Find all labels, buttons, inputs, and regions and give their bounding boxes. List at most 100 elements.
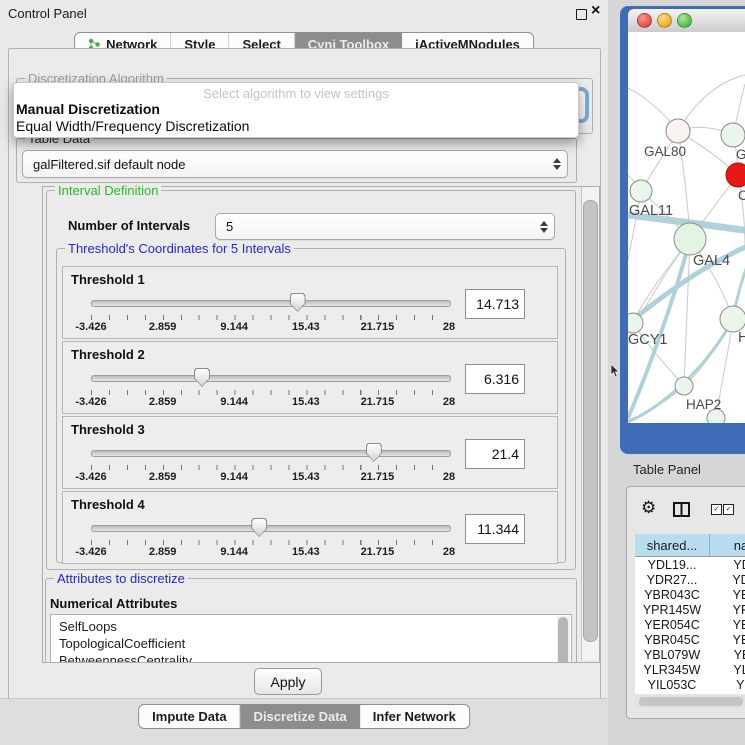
node-gal80[interactable] — [666, 119, 690, 143]
table-data-combobox[interactable]: galFiltered.sif default node — [22, 150, 568, 178]
num-intervals-label: Number of Intervals — [68, 218, 190, 233]
checkbox-icon[interactable]: ✓ — [723, 504, 734, 515]
checkbox-icon[interactable]: ✓ — [711, 504, 722, 515]
slider-tick-labels: -3.426 2.859 9.144 15.43 21.715 28 — [91, 321, 449, 333]
slider-thumb[interactable] — [194, 368, 210, 387]
interval-definition-label: Interval Definition — [55, 183, 161, 198]
threshold-coords-label: Threshold's Coordinates for 5 Intervals — [65, 241, 294, 256]
label-gal11: GAL11 — [629, 203, 673, 219]
apply-button[interactable]: Apply — [254, 668, 322, 695]
slider-ticks — [91, 315, 450, 320]
list-item[interactable]: BetweennessCentrality — [51, 652, 571, 662]
slider-ticks — [91, 390, 450, 395]
node-gal4[interactable] — [674, 223, 706, 255]
list-item[interactable]: SelfLoops — [51, 618, 571, 635]
attributes-group-label: Attributes to discretize — [54, 571, 188, 586]
label-gcy1: GCY1 — [628, 332, 668, 348]
dropdown-option-manual[interactable]: Manual Discretization — [16, 101, 160, 117]
algorithm-dropdown-popup: Select algorithm to view settings Manual… — [13, 82, 579, 138]
threshold-panel-1: Threshold 1 -3.426 2.859 9.144 15.43 21.… — [62, 266, 558, 339]
node-h[interactable] — [720, 306, 745, 332]
split-columns-icon[interactable] — [673, 502, 690, 517]
numerical-attributes-label: Numerical Attributes — [50, 596, 177, 611]
slider-thumb[interactable] — [290, 293, 306, 312]
slider-track[interactable] — [91, 450, 451, 457]
label-gal80: GAL80 — [644, 144, 686, 159]
list-scrollbar[interactable] — [557, 616, 570, 662]
node-gal11[interactable] — [630, 180, 652, 202]
network-window-titlebar[interactable] — [628, 9, 745, 32]
gear-icon[interactable]: ⚙ — [641, 499, 656, 516]
close-icon[interactable]: × — [591, 2, 600, 20]
scrollbar-thumb[interactable] — [583, 200, 598, 642]
tab-impute-data[interactable]: Impute Data — [139, 705, 240, 728]
table-row[interactable]: YBR045CYBR0 — [635, 632, 745, 647]
mode-tabbar: Impute Data Discretize Data Infer Networ… — [138, 704, 470, 729]
panel-title: Control Panel — [8, 6, 87, 21]
node-gcy1[interactable] — [628, 313, 643, 333]
slider-ticks — [91, 540, 450, 545]
table-row[interactable]: YBL079WYBL0 — [635, 647, 745, 662]
network-canvas[interactable]: GAL80 GA C GAL11 GAL4 GCY1 H HAP2 — [628, 32, 745, 423]
node-ga[interactable] — [721, 123, 745, 147]
threshold-value-field[interactable] — [465, 364, 525, 394]
threshold-value-field[interactable] — [465, 514, 525, 544]
horizontal-scrollbar[interactable] — [635, 695, 745, 708]
threshold-panel-3: Threshold 3 -3.426 2.859 9.144 15.43 21.… — [62, 416, 558, 489]
threshold-value-field[interactable] — [465, 439, 525, 469]
threshold-slider[interactable] — [91, 368, 449, 388]
attributes-clip-region: Attributes to discretize Numerical Attri… — [43, 570, 583, 662]
label-c: C — [738, 188, 745, 203]
tab-infer-network[interactable]: Infer Network — [360, 705, 469, 728]
slider-track[interactable] — [91, 300, 451, 307]
threshold-label: Threshold 1 — [71, 272, 145, 287]
slider-track[interactable] — [91, 375, 451, 382]
threshold-label: Threshold 4 — [71, 497, 145, 512]
table-data-value: galFiltered.sif default node — [33, 157, 185, 172]
node-red[interactable] — [726, 163, 745, 187]
label-ga: GA — [736, 147, 745, 162]
slider-track[interactable] — [91, 525, 451, 532]
num-intervals-value: 5 — [226, 219, 233, 234]
zoom-traffic-icon[interactable] — [677, 13, 692, 28]
stepper-icon — [553, 158, 567, 170]
dropdown-hint: Select algorithm to view settings — [14, 86, 578, 101]
table-row[interactable]: YDL19...YDL1 — [635, 557, 745, 572]
label-gal4: GAL4 — [693, 253, 730, 269]
threshold-label: Threshold 3 — [71, 422, 145, 437]
dropdown-option-equal-width[interactable]: Equal Width/Frequency Discretization — [16, 118, 249, 134]
slider-thumb[interactable] — [251, 518, 267, 537]
minimize-traffic-icon[interactable] — [657, 13, 672, 28]
num-intervals-combobox[interactable]: 5 — [215, 213, 555, 240]
node-hap2[interactable] — [675, 377, 693, 395]
label-h: H — [738, 330, 745, 346]
table-row[interactable]: YIL053CYIL0 — [635, 677, 745, 692]
label-hap2: HAP2 — [686, 397, 721, 412]
table-row[interactable]: YDR27...YDR2 — [635, 572, 745, 587]
column-header-shared-name[interactable]: shared... — [635, 534, 710, 557]
column-header-name[interactable]: name — [710, 534, 745, 557]
table-panel-title: Table Panel — [633, 462, 701, 477]
right-region: GAL80 GA C GAL11 GAL4 GCY1 H HAP2 Table … — [608, 0, 745, 745]
table-row[interactable]: YER054CYER0 — [635, 617, 745, 632]
threshold-slider[interactable] — [91, 443, 449, 463]
threshold-slider[interactable] — [91, 293, 449, 313]
slider-tick-labels: -3.426 2.859 9.144 15.43 21.715 28 — [91, 396, 449, 408]
node-table: shared... name YDL19...YDL1 YDR27...YDR2… — [635, 534, 745, 694]
control-panel: Control Panel × Network Style Select Cyn… — [0, 0, 608, 745]
float-icon[interactable] — [576, 9, 587, 20]
table-row[interactable]: YBR043CYBR0 — [635, 587, 745, 602]
list-item[interactable]: TopologicalCoefficient — [51, 635, 571, 652]
slider-ticks — [91, 465, 450, 470]
threshold-panel-2: Threshold 2 -3.426 2.859 9.144 15.43 21.… — [62, 341, 558, 414]
slider-thumb[interactable] — [366, 443, 382, 462]
close-traffic-icon[interactable] — [637, 13, 652, 28]
tab-discretize-data[interactable]: Discretize Data — [241, 705, 360, 728]
threshold-slider[interactable] — [91, 518, 449, 538]
screenshot-root: Control Panel × Network Style Select Cyn… — [0, 0, 745, 745]
numerical-attributes-list: SelfLoops TopologicalCoefficient Between… — [50, 614, 572, 662]
table-row[interactable]: YLR345WYLR3 — [635, 662, 745, 677]
table-row[interactable]: YPR145WYPR1 — [635, 602, 745, 617]
threshold-value-field[interactable] — [465, 289, 525, 319]
stepper-icon — [540, 221, 554, 233]
